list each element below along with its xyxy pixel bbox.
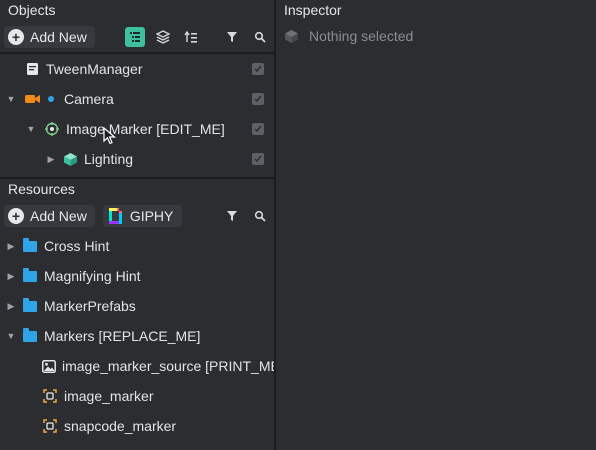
folder-icon [22,267,38,284]
layers-icon[interactable] [153,27,173,47]
giphy-icon [108,207,122,224]
objects-tree: TweenManager ▼ Camera ▼ Image Marker [ED… [0,54,274,174]
plus-circle-icon: + [8,28,24,45]
resource-row-magnifying-hint[interactable]: ▶ Magnifying Hint [0,261,274,291]
resource-row-snapcode-marker[interactable]: snapcode_marker [0,411,274,441]
camera-icon [24,91,40,107]
tree-row-label: Image Marker [EDIT_ME] [66,121,225,137]
nothing-selected-text: Nothing selected [309,28,414,44]
script-icon [24,61,40,77]
visibility-checkbox[interactable] [252,153,264,165]
expand-arrow-icon[interactable]: ▶ [6,271,16,282]
resource-row-label: Cross Hint [44,238,110,254]
expand-arrow-icon[interactable]: ▶ [46,154,56,165]
status-dot-icon [48,96,54,102]
plus-circle-icon: + [8,207,24,224]
collapse-arrow-icon[interactable]: ▼ [6,331,16,341]
tree-row-label: TweenManager [46,61,143,77]
collapse-arrow-icon[interactable]: ▼ [26,124,36,134]
indent-list-icon[interactable] [181,27,201,47]
marker-icon [42,418,58,434]
resources-panel: Resources + Add New GIPHY ▶ Cross Hint ▶… [0,179,284,441]
visibility-checkbox[interactable] [252,63,264,75]
giphy-button[interactable]: GIPHY [102,204,183,227]
tree-row-camera[interactable]: ▼ Camera [0,84,274,114]
visibility-checkbox[interactable] [252,93,264,105]
objects-title: Objects [8,2,56,18]
inspector-empty-state: Nothing selected [276,21,596,51]
resource-row-label: Magnifying Hint [44,268,141,284]
tree-row-label: Lighting [84,151,134,167]
inspector-panel: Inspector Nothing selected [276,0,596,450]
objects-add-new-label: Add New [30,28,87,45]
mouse-cursor-icon [103,126,117,148]
tree-row-image-marker[interactable]: ▼ Image Marker [EDIT_ME] [0,114,274,144]
resource-row-label: MarkerPrefabs [44,298,136,314]
resource-row-markers[interactable]: ▼ Markers [REPLACE_ME] [0,321,274,351]
filter-icon[interactable] [222,27,242,47]
inspector-title: Inspector [284,2,342,18]
tree-row-lighting[interactable]: ▶ Lighting [0,144,274,174]
collapse-arrow-icon[interactable]: ▼ [6,94,16,104]
resource-row-label: image_marker [64,388,154,404]
marker-icon [42,388,58,404]
tree-row-tweenmanager[interactable]: TweenManager [0,54,274,84]
objects-panel: Objects + Add New TweenManager ▼ Camera … [0,0,274,174]
resources-add-new-label: Add New [30,207,87,224]
resource-row-label: image_marker_source [PRINT_ME] [62,358,284,374]
folder-icon [22,237,38,254]
left-column: Objects + Add New TweenManager ▼ Camera … [0,0,284,450]
resource-row-label: Markers [REPLACE_ME] [44,328,201,344]
hierarchy-list-icon[interactable] [124,26,145,47]
folder-icon [22,297,38,314]
resources-tree: ▶ Cross Hint ▶ Magnifying Hint ▶ MarkerP… [0,231,284,441]
resource-row-markerprefabs[interactable]: ▶ MarkerPrefabs [0,291,274,321]
tree-row-label: Camera [64,91,114,107]
light-cube-icon [62,151,78,167]
resources-title: Resources [8,181,75,197]
search-icon[interactable] [250,27,270,47]
objects-toolbar: + Add New [0,21,274,52]
search-icon[interactable] [250,206,270,226]
expand-arrow-icon[interactable]: ▶ [6,301,16,312]
resource-row-image-marker-source[interactable]: image_marker_source [PRINT_ME] [0,351,284,381]
visibility-checkbox[interactable] [252,123,264,135]
image-icon [42,358,56,374]
target-icon [44,121,60,137]
resource-row-image-marker[interactable]: image_marker [0,381,274,411]
resources-add-new-button[interactable]: + Add New [4,204,95,227]
resources-toolbar: + Add New GIPHY [0,200,274,231]
giphy-label: GIPHY [129,207,174,224]
resource-row-label: snapcode_marker [64,418,177,434]
cube-icon [284,29,299,44]
resource-row-cross-hint[interactable]: ▶ Cross Hint [0,231,274,261]
objects-add-new-button[interactable]: + Add New [4,25,95,48]
folder-icon [22,327,38,344]
filter-icon[interactable] [222,206,242,226]
expand-arrow-icon[interactable]: ▶ [6,241,16,252]
